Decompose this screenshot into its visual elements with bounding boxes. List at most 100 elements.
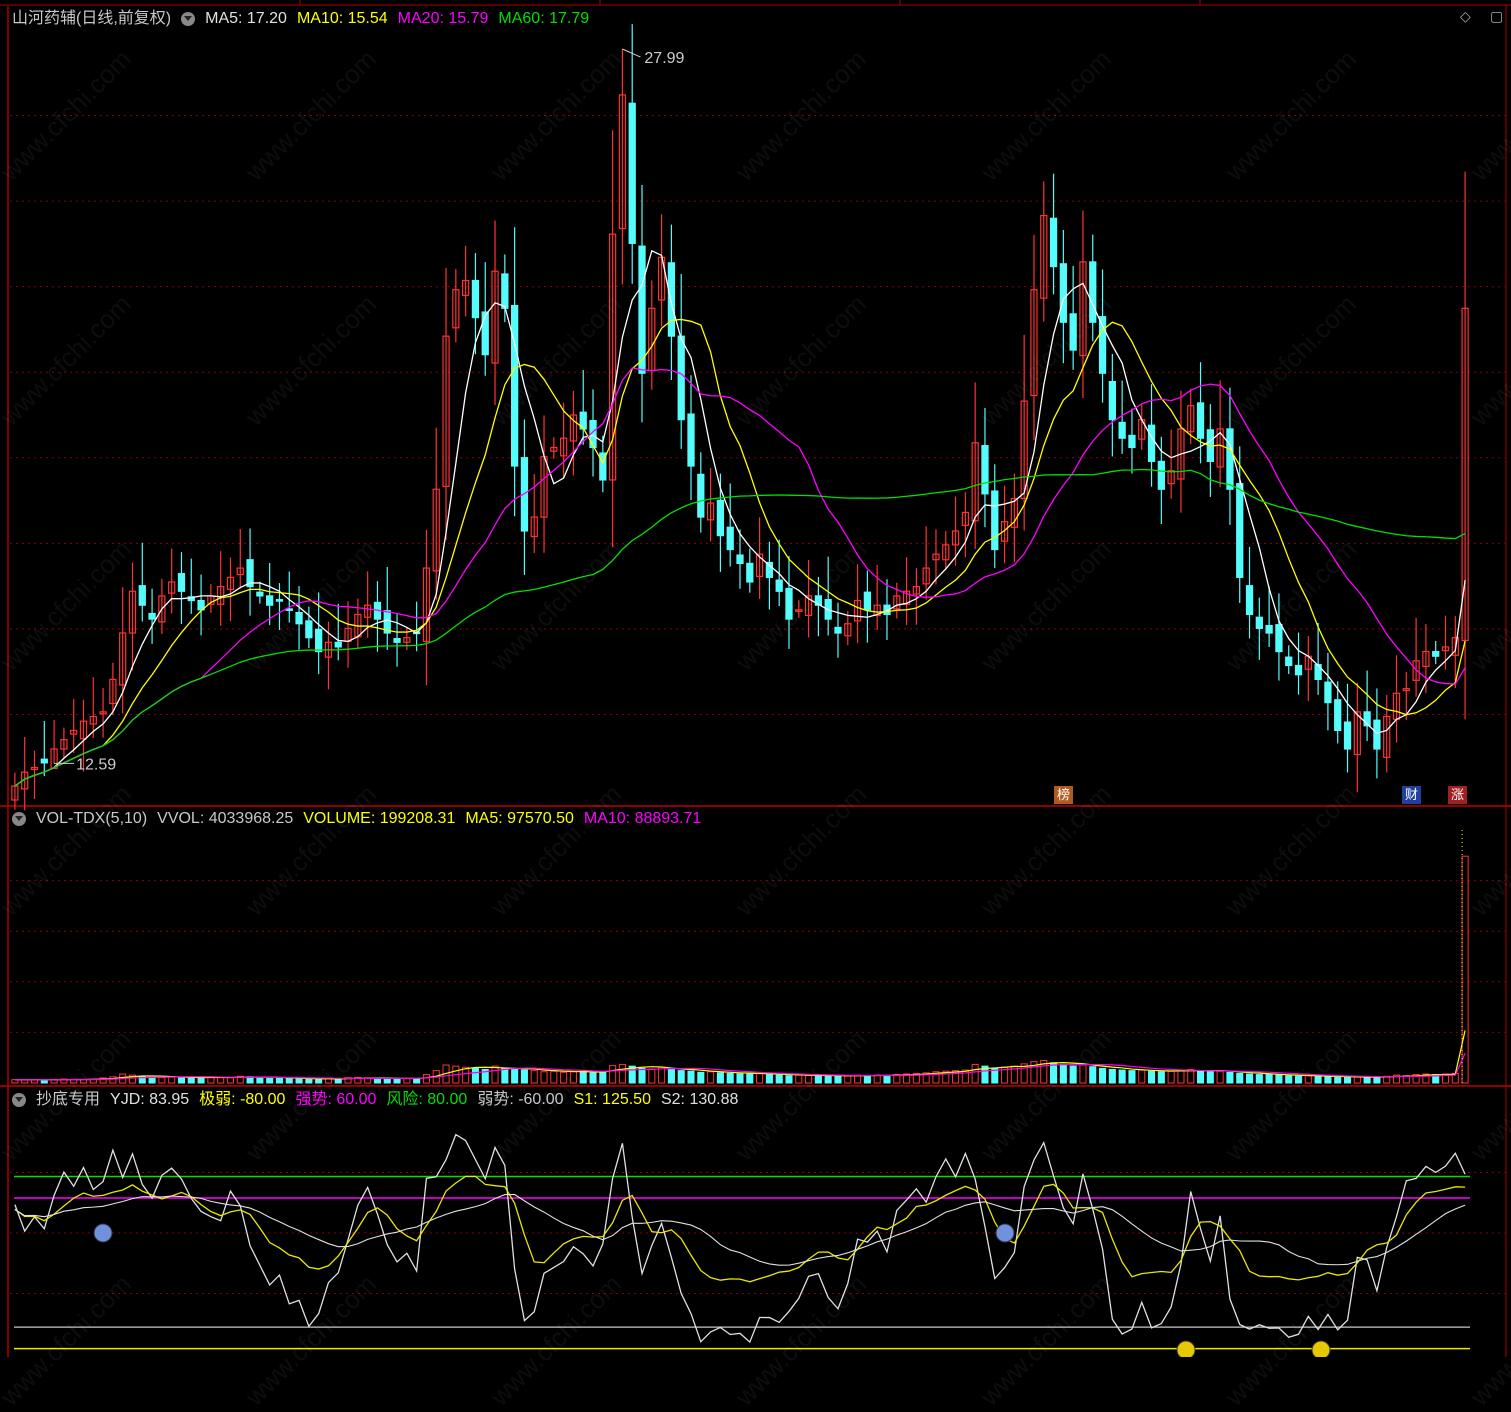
candle-body [1324,681,1332,704]
volume-bar [638,1067,646,1084]
volume-bar [1226,1071,1234,1084]
candle-body [1432,650,1440,657]
ma5-readout: MA5: 17.20 [205,10,287,27]
candle-body [295,612,303,625]
candle-body [991,490,999,551]
volume-bar [677,1070,685,1084]
badge-zhang[interactable]: 涨 [1448,786,1468,804]
volume-bar [393,1078,401,1084]
main-panel-header: 山河药辅(日线,前复权) MA5: 17.20 MA10: 15.54 MA20… [12,8,589,30]
candle-body [1343,721,1352,750]
candle-body [785,587,793,620]
candle-body [1236,483,1244,578]
volume-bar [765,1074,773,1084]
dropdown-icon[interactable] [12,812,26,826]
candle-body [1128,434,1136,449]
volume-bar [697,1071,705,1084]
candle-body [1118,421,1126,439]
volume-bar [295,1078,303,1084]
volume-bar [560,1071,568,1084]
stock-title: 山河药辅(日线,前复权) [12,10,172,27]
volume-bar [1138,1069,1146,1084]
volume-bar [1059,1063,1067,1084]
volume-bar [775,1074,783,1084]
candle-body [1226,428,1234,490]
candle-body [746,562,754,583]
volume-bar [618,1063,626,1084]
volume-bar [726,1072,734,1084]
ma60-line [14,468,1466,787]
low-price-label: 12.59 [76,756,116,773]
candle-body [1069,313,1077,351]
vvol-readout: VVOL: 4033968.25 [157,810,294,827]
volume-bar [177,1076,186,1084]
high-price-label: 27.99 [644,50,684,67]
volume-bar [824,1075,832,1084]
volume-bar [530,1070,538,1084]
volume-bar [217,1076,225,1084]
volume-bar [795,1074,803,1084]
bearish-signal-icon [93,1223,113,1243]
volume-bar [275,1077,284,1084]
volume-bar [1363,1076,1371,1084]
s1-readout: S1: 125.50 [573,1091,651,1108]
volume-bar [1294,1075,1303,1084]
volume-bar [589,1072,597,1084]
candle-body [40,758,48,764]
volume-bar [501,1067,509,1084]
dropdown-icon[interactable] [181,12,196,26]
volume-bar [971,1063,979,1084]
ma60-readout: MA60: 17.79 [498,10,590,27]
expand-icon[interactable]: ▢ [1490,8,1503,25]
volume-bar [21,1079,29,1084]
dropdown-icon[interactable] [12,1093,26,1107]
fengxian-readout: 风险: 80.00 [386,1091,468,1108]
volume-bar [266,1077,274,1084]
volume-bar [834,1075,842,1084]
volume-bar [1079,1064,1087,1084]
volume-bar [540,1071,548,1084]
volume-bar [1275,1074,1283,1084]
badge-cai[interactable]: 财 [1402,786,1422,804]
volume-bar [491,1065,499,1084]
volume-bar [579,1070,587,1084]
volume-bar [511,1069,519,1084]
stock-chart: 27.99 12.59 [0,0,1511,1357]
volume-bar [648,1068,656,1084]
volume-bar [226,1077,235,1084]
s1-line [14,1175,1466,1283]
badge-bang[interactable]: 榜 [1054,786,1074,804]
candle-body [1059,263,1067,323]
bullish-signal-icon [1176,1340,1196,1357]
qiangshi-readout: 强势: 60.00 [295,1091,377,1108]
vol-title: VOL-TDX(5,10) [36,810,148,827]
volume-bar [1304,1075,1312,1084]
volume-bar [667,1069,675,1084]
diamond-icon[interactable]: ◇ [1460,8,1471,25]
candle-body [481,311,489,356]
candle-body [1089,261,1097,323]
volume-bar [256,1076,264,1084]
vol-ma10-readout: MA10: 88893.71 [583,810,702,827]
volume-bar [1324,1076,1332,1084]
volume-bar [1118,1069,1126,1084]
candle-body [471,279,480,319]
candle-body [1196,402,1205,439]
candle-body [863,591,872,611]
volume-bar [609,1065,617,1084]
volume-bar [315,1078,323,1084]
candle-body [687,413,695,467]
volume-bar [1255,1074,1263,1084]
candle-body [697,473,705,518]
volume-bar [168,1076,176,1084]
volume-bar [1157,1071,1165,1084]
volume-bar [1343,1076,1352,1084]
volume-bar [1177,1069,1185,1084]
candle-body [148,612,156,620]
volume-bar [883,1075,891,1084]
volume-bar [746,1073,754,1084]
volume-bar [1373,1076,1381,1084]
volume-bar [1108,1069,1116,1084]
candle-body [638,245,646,374]
volume-bar [422,1074,430,1084]
